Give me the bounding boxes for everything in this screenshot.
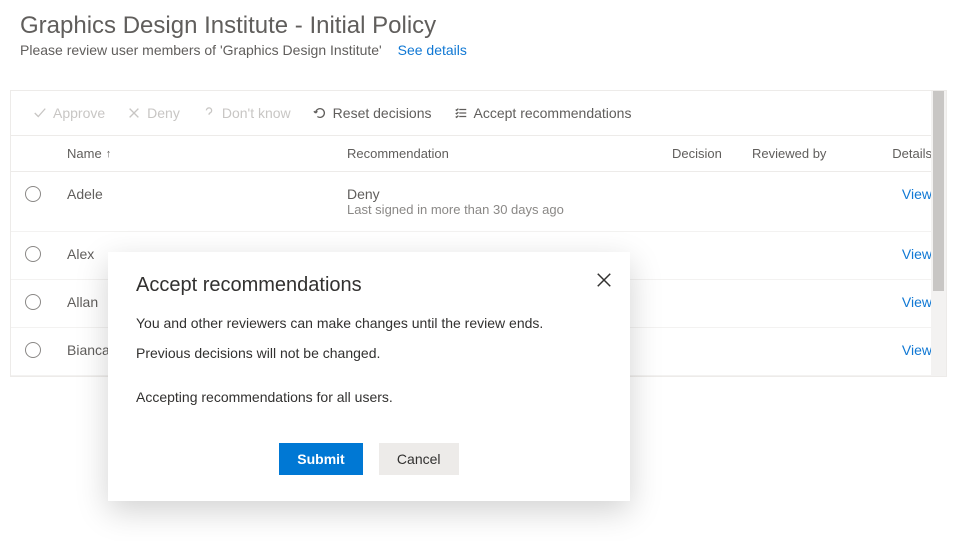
row-view-link[interactable]: View [902,294,932,310]
header-name-label: Name [67,146,102,161]
header-name[interactable]: Name ↑ [67,146,347,161]
check-icon [33,106,47,120]
row-select-radio[interactable] [25,342,41,358]
dialog-text-2: Previous decisions will not be changed. [136,345,602,361]
list-check-icon [454,106,468,120]
row-name: Adele [67,186,347,202]
row-recommendation: DenyLast signed in more than 30 days ago [347,186,672,217]
header-decision[interactable]: Decision [672,146,752,161]
toolbar: Approve Deny Don't know Reset decisions … [11,91,946,136]
header-details: Details [872,146,932,161]
header-recommendation[interactable]: Recommendation [347,146,672,161]
deny-label: Deny [147,105,180,121]
approve-label: Approve [53,105,105,121]
accept-label: Accept recommendations [474,105,632,121]
dialog-text-3: Accepting recommendations for all users. [136,389,602,405]
page-subtext-text: Please review user members of 'Graphics … [20,42,382,58]
dialog-title: Accept recommendations [136,274,602,297]
page-subtext: Please review user members of 'Graphics … [0,42,957,72]
accept-recommendations-dialog: Accept recommendations You and other rev… [108,252,630,501]
refresh-icon [313,106,327,120]
reset-label: Reset decisions [333,105,432,121]
cancel-button[interactable]: Cancel [379,443,459,475]
sort-asc-icon: ↑ [106,148,112,160]
row-select-radio[interactable] [25,246,41,262]
submit-button[interactable]: Submit [279,443,362,475]
dont-know-button[interactable]: Don't know [194,101,299,125]
dialog-actions: Submit Cancel [136,443,602,475]
dont-know-label: Don't know [222,105,291,121]
row-view-link[interactable]: View [902,342,932,358]
reset-decisions-button[interactable]: Reset decisions [305,101,440,125]
see-details-link[interactable]: See details [398,42,467,58]
close-button[interactable] [594,270,614,290]
scroll-thumb[interactable] [933,91,944,291]
row-select-radio[interactable] [25,186,41,202]
row-recommendation-main: Deny [347,186,672,202]
row-select-radio[interactable] [25,294,41,310]
header-reviewed-by[interactable]: Reviewed by [752,146,872,161]
vertical-scrollbar[interactable] [931,91,946,376]
close-icon [594,270,614,290]
deny-button[interactable]: Deny [119,101,188,125]
row-view-link[interactable]: View [902,186,932,202]
row-view-link[interactable]: View [902,246,932,262]
x-icon [127,106,141,120]
row-recommendation-sub: Last signed in more than 30 days ago [347,202,672,217]
page-title: Graphics Design Institute - Initial Poli… [0,0,957,42]
dialog-text-1: You and other reviewers can make changes… [136,315,602,331]
table-row[interactable]: AdeleDenyLast signed in more than 30 day… [11,172,946,232]
accept-recommendations-button[interactable]: Accept recommendations [446,101,640,125]
approve-button[interactable]: Approve [25,101,113,125]
table-header: Name ↑ Recommendation Decision Reviewed … [11,136,946,172]
question-icon [202,106,216,120]
